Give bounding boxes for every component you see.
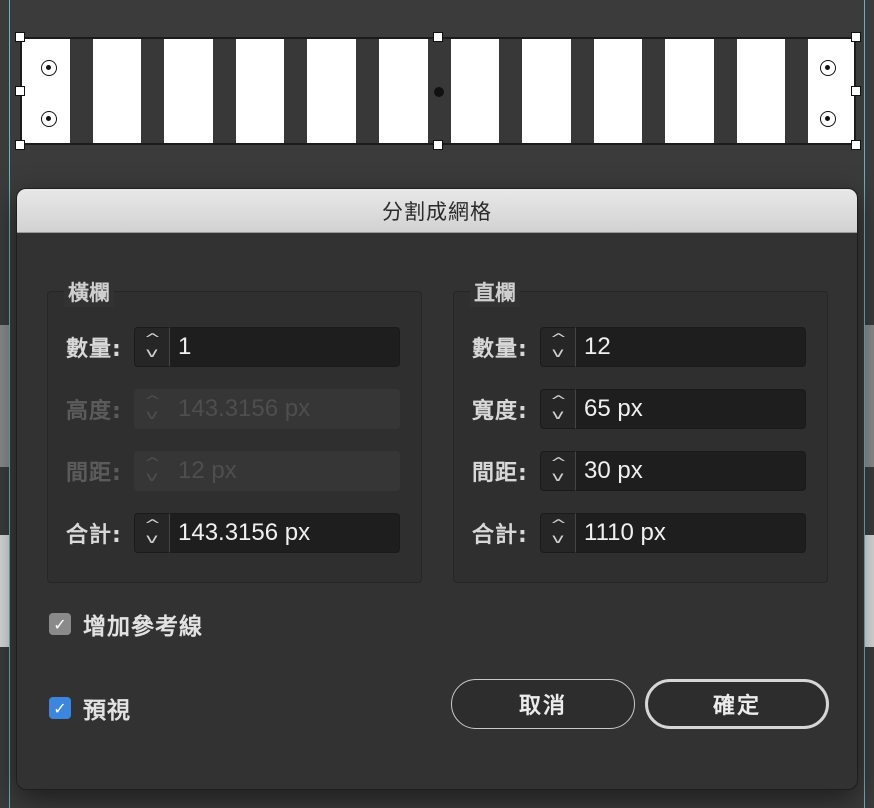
checkmark-icon: ✓ — [53, 614, 67, 634]
resize-handle-bottom[interactable] — [433, 140, 443, 150]
side-strip-right-gray — [865, 325, 874, 467]
add-guides-checkbox[interactable]: ✓ — [49, 613, 71, 635]
stepper-arrows-icon[interactable]: ^ v — [540, 513, 576, 553]
columns-gutter-label: 間距: — [472, 461, 528, 486]
resize-handle-bottom-right[interactable] — [851, 140, 861, 150]
dialog-title: 分割成網格 — [17, 189, 857, 233]
column-gap — [284, 39, 307, 143]
corner-widget-icon[interactable] — [41, 111, 57, 127]
preview-label: 預視 — [83, 698, 131, 724]
columns-count-input[interactable]: 12 — [576, 327, 806, 367]
split-into-grid-dialog: 分割成網格 橫欄 數量: ^ v 1 高度: ^ v 143.3156 px 間距:… — [16, 188, 858, 790]
column-gap — [785, 39, 808, 143]
rows-group: 橫欄 數量: ^ v 1 高度: ^ v 143.3156 px 間距: ^ v 12… — [47, 277, 422, 583]
resize-handle-right[interactable] — [851, 86, 861, 96]
stepper-arrows-icon[interactable]: ^ v — [540, 451, 576, 491]
selected-grid-object[interactable] — [20, 37, 856, 145]
rows-count-label: 數量: — [66, 337, 122, 362]
rows-height-label: 高度: — [66, 399, 122, 424]
resize-handle-top-right[interactable] — [851, 32, 861, 42]
columns-width-row: 寬度: ^ v 65 px — [472, 388, 806, 430]
rows-gutter-input: 12 px — [170, 451, 400, 491]
side-strip-left-gray — [0, 325, 9, 467]
columns-group-title: 直欄 — [470, 277, 520, 307]
corner-widget-icon[interactable] — [820, 60, 836, 76]
columns-total-input[interactable]: 1110 px — [576, 513, 806, 553]
columns-count-row: 數量: ^ v 12 — [472, 326, 806, 368]
center-point-icon — [434, 87, 444, 97]
rows-count-row: 數量: ^ v 1 — [66, 326, 400, 368]
corner-widget-icon[interactable] — [820, 111, 836, 127]
resize-handle-top[interactable] — [433, 32, 443, 42]
columns-width-input[interactable]: 65 px — [576, 389, 806, 429]
stepper-arrows-icon[interactable]: ^ v — [540, 327, 576, 367]
columns-gutter-input[interactable]: 30 px — [576, 451, 806, 491]
column-gap — [571, 39, 594, 143]
rows-total-row: 合計: ^ v 143.3156 px — [66, 512, 400, 554]
rows-group-title: 橫欄 — [64, 277, 114, 307]
rows-gutter-label: 間距: — [66, 461, 122, 486]
stepper-arrows-icon[interactable]: ^ v — [134, 327, 170, 367]
columns-group: 直欄 數量: ^ v 12 寬度: ^ v 65 px 間距: ^ v 30 px 合… — [453, 277, 828, 583]
column-gap — [642, 39, 665, 143]
add-guides-option[interactable]: ✓ 增加參考線 — [49, 607, 203, 641]
column-gap — [356, 39, 379, 143]
rows-total-label: 合計: — [66, 523, 122, 548]
resize-handle-bottom-left[interactable] — [15, 140, 25, 150]
stepper-arrows-icon[interactable]: ^ v — [540, 389, 576, 429]
rows-total-input[interactable]: 143.3156 px — [170, 513, 400, 553]
guide-line-left — [9, 0, 10, 808]
stepper-arrows-icon: ^ v — [134, 451, 170, 491]
side-strip-right-white — [865, 535, 874, 647]
add-guides-label: 增加參考線 — [83, 614, 203, 640]
checkmark-icon: ✓ — [53, 698, 67, 718]
column-gap — [213, 39, 236, 143]
stepper-arrows-icon: ^ v — [134, 389, 170, 429]
cancel-button[interactable]: 取消 — [451, 679, 635, 729]
corner-widget-icon[interactable] — [41, 60, 57, 76]
rows-count-input[interactable]: 1 — [170, 327, 400, 367]
rows-height-row: 高度: ^ v 143.3156 px — [66, 388, 400, 430]
column-gap — [70, 39, 93, 143]
resize-handle-top-left[interactable] — [15, 32, 25, 42]
resize-handle-left[interactable] — [15, 86, 25, 96]
columns-gutter-row: 間距: ^ v 30 px — [472, 450, 806, 492]
stepper-arrows-icon[interactable]: ^ v — [134, 513, 170, 553]
column-gap — [141, 39, 164, 143]
ok-button[interactable]: 確定 — [645, 679, 829, 729]
side-strip-left-white — [0, 535, 9, 647]
columns-count-label: 數量: — [472, 337, 528, 362]
rows-height-input: 143.3156 px — [170, 389, 400, 429]
column-gap — [499, 39, 522, 143]
column-gap — [714, 39, 737, 143]
columns-width-label: 寬度: — [472, 399, 528, 424]
columns-total-label: 合計: — [472, 523, 528, 548]
preview-option[interactable]: ✓ 預視 — [49, 691, 131, 725]
rows-gutter-row: 間距: ^ v 12 px — [66, 450, 400, 492]
columns-total-row: 合計: ^ v 1110 px — [472, 512, 806, 554]
preview-checkbox[interactable]: ✓ — [49, 697, 71, 719]
